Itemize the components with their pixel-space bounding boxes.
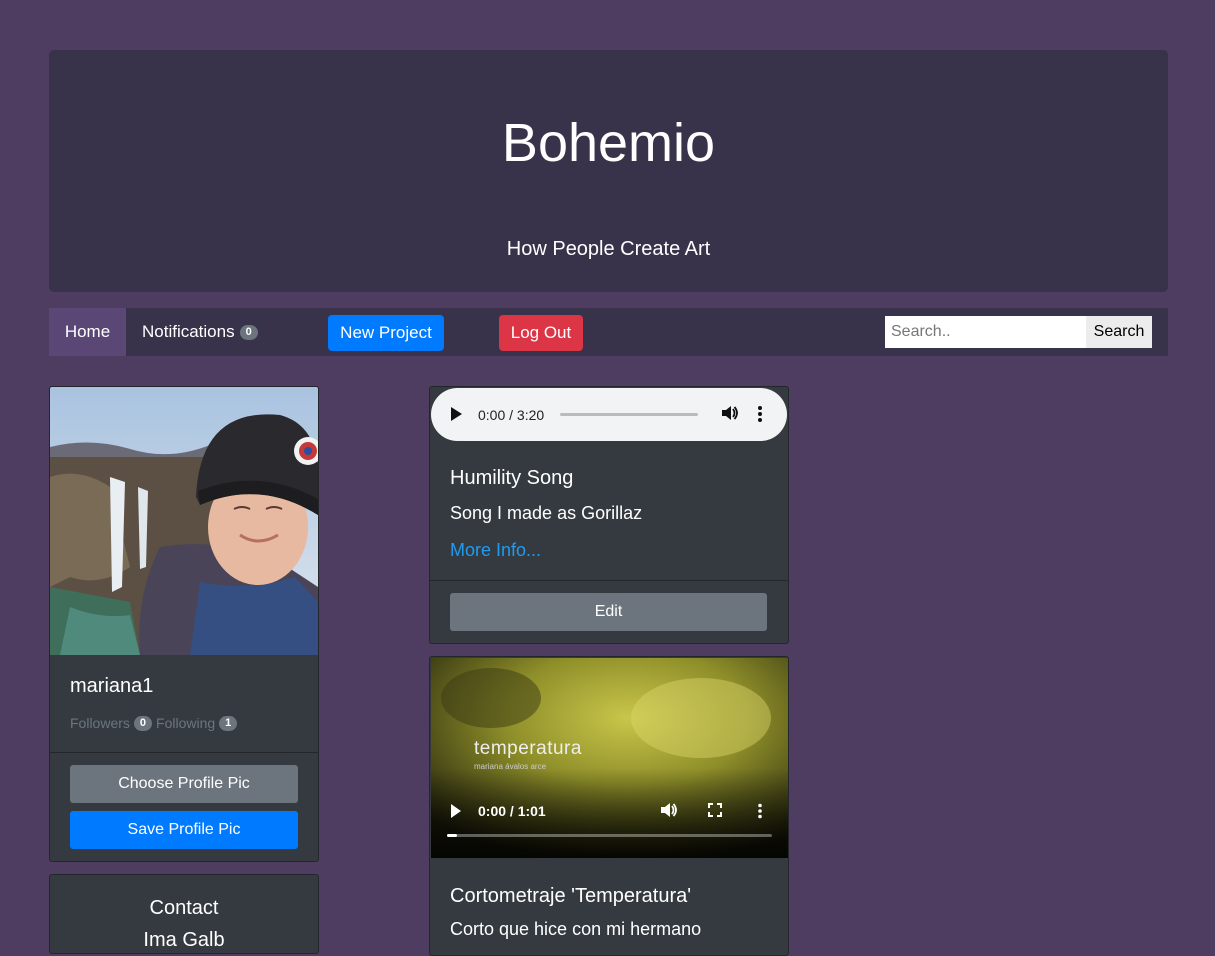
video-overlay-title: temperatura [474, 738, 582, 759]
nav-notifications-label: Notifications [142, 322, 235, 341]
profile-username: mariana1 [70, 675, 154, 697]
volume-icon[interactable] [659, 801, 677, 824]
search-input[interactable] [885, 316, 1086, 348]
project-card: 0:00 / 3:20 Humility Song Song I made as… [429, 386, 789, 644]
site-title: Bohemio [501, 113, 716, 173]
following-label: Following [156, 715, 216, 731]
card-divider [430, 580, 788, 581]
video-seek-bar[interactable] [447, 834, 772, 837]
project-description: Corto que hice con mi hermano [450, 919, 702, 939]
log-out-button[interactable]: Log Out [499, 315, 583, 351]
contact-card: Contact Ima Galb [49, 874, 319, 954]
followers-label: Followers [70, 715, 130, 731]
video-overlay-subtitle: mariana ávalos arce [474, 762, 547, 771]
follow-stats: Followers 0 Following 1 [70, 715, 238, 731]
contact-title: Contact [149, 897, 219, 919]
following-count-badge: 1 [219, 715, 238, 731]
play-icon[interactable] [451, 407, 462, 421]
followers-count-badge: 0 [133, 715, 153, 731]
site-header: Bohemio How People Create Art [49, 50, 1168, 292]
project-card: temperatura mariana ávalos arce 0:00 / 1… [429, 656, 789, 956]
search-button[interactable]: Search [1086, 316, 1152, 348]
choose-profile-pic-button[interactable]: Choose Profile Pic [70, 765, 298, 803]
new-project-button[interactable]: New Project [328, 315, 444, 351]
card-divider [50, 752, 318, 753]
audio-time: 0:00 / 3:20 [478, 407, 545, 423]
notifications-count-badge: 0 [239, 324, 258, 340]
profile-photo [50, 387, 318, 655]
project-title: Humility Song [450, 467, 574, 489]
volume-icon[interactable] [720, 404, 738, 427]
project-description: Song I made as Gorillaz [450, 503, 643, 523]
contact-name: Ima Galb [143, 929, 225, 951]
navbar: Home Notifications 0 New Project Log Out… [49, 308, 1168, 356]
profile-card: mariana1 Followers 0 Following 1 Choose … [49, 386, 319, 862]
video-player[interactable]: temperatura mariana ávalos arce 0:00 / 1… [431, 658, 788, 858]
nav-notifications-link[interactable]: Notifications 0 [142, 308, 258, 356]
fullscreen-icon[interactable] [708, 803, 722, 822]
video-progress-fill [447, 834, 457, 837]
edit-button[interactable]: Edit [450, 593, 767, 631]
more-info-link[interactable]: More Info... [450, 540, 541, 561]
audio-player[interactable]: 0:00 / 3:20 [431, 388, 787, 441]
more-options-icon[interactable] [757, 405, 763, 428]
audio-seek-bar[interactable] [560, 413, 698, 416]
play-icon[interactable] [451, 804, 461, 818]
site-tagline: How People Create Art [506, 238, 711, 260]
save-profile-pic-button[interactable]: Save Profile Pic [70, 811, 298, 849]
nav-home-link[interactable]: Home [49, 308, 126, 356]
project-title: Cortometraje 'Temperatura' [450, 885, 692, 907]
video-time: 0:00 / 1:01 [478, 803, 546, 819]
more-options-icon[interactable] [757, 803, 763, 824]
